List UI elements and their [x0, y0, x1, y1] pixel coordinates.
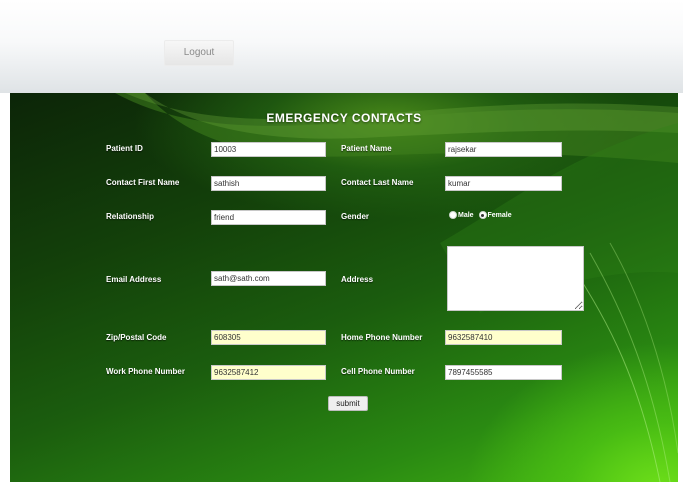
contact-last-name-label: Contact Last Name: [341, 178, 414, 187]
gender-male-label: Male: [458, 211, 474, 219]
logout-button[interactable]: Logout: [164, 40, 234, 66]
zip-input[interactable]: [211, 330, 326, 345]
submit-button[interactable]: submit: [328, 396, 368, 411]
patient-id-label: Patient ID: [106, 144, 143, 153]
address-textarea[interactable]: [447, 246, 584, 311]
email-input[interactable]: [211, 271, 326, 286]
home-phone-label: Home Phone Number: [341, 333, 423, 342]
contact-first-name-input[interactable]: [211, 176, 326, 191]
relationship-input[interactable]: [211, 210, 326, 225]
page-title: EMERGENCY CONTACTS: [266, 111, 422, 125]
work-phone-label: Work Phone Number: [106, 367, 185, 376]
top-header: Logout: [0, 0, 683, 93]
home-phone-input[interactable]: [445, 330, 562, 345]
gender-male-radio[interactable]: [449, 211, 457, 219]
address-label: Address: [341, 275, 374, 284]
patient-name-label: Patient Name: [341, 144, 392, 153]
gender-female-label: Female: [487, 211, 512, 219]
gender-radio-group: Male Female: [449, 211, 515, 219]
work-phone-input[interactable]: [211, 365, 326, 380]
emergency-contacts-panel: EMERGENCY CONTACTS Patient ID Patient Na…: [10, 93, 678, 482]
cell-phone-input[interactable]: [445, 365, 562, 380]
cell-phone-label: Cell Phone Number: [341, 367, 415, 376]
email-label: Email Address: [106, 275, 162, 284]
patient-name-input[interactable]: [445, 142, 562, 157]
patient-id-input[interactable]: [211, 142, 326, 157]
contact-first-name-label: Contact First Name: [106, 178, 180, 187]
contact-last-name-input[interactable]: [445, 176, 562, 191]
zip-label: Zip/Postal Code: [106, 333, 167, 342]
gender-female-radio[interactable]: [478, 211, 487, 219]
relationship-label: Relationship: [106, 212, 155, 221]
gender-label: Gender: [341, 212, 370, 221]
